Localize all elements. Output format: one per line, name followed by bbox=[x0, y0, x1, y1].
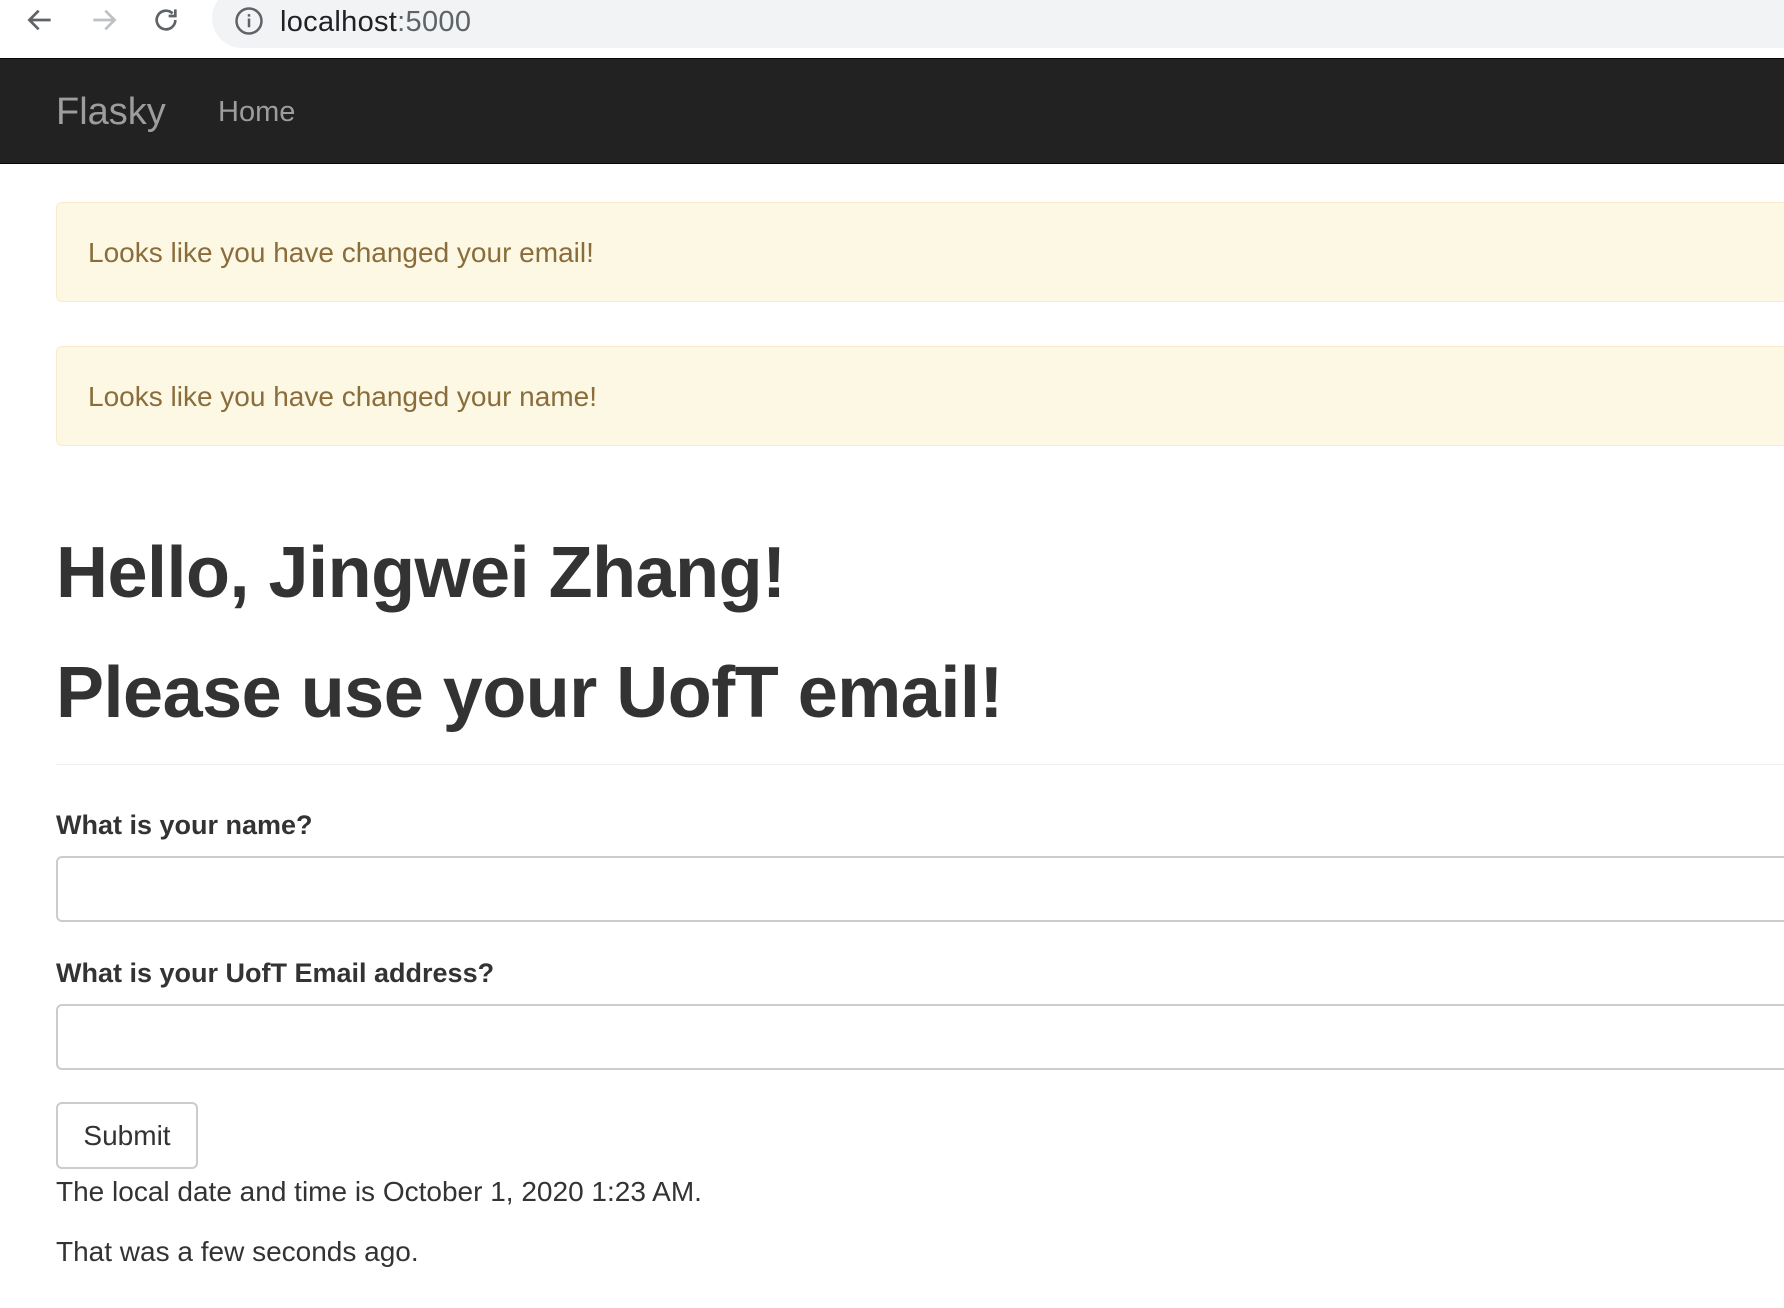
email-input[interactable] bbox=[56, 1004, 1784, 1070]
greeting-heading: Hello, Jingwei Zhang! bbox=[56, 533, 786, 613]
url-port: :5000 bbox=[397, 6, 472, 38]
nav-link-home[interactable]: Home bbox=[218, 96, 295, 129]
reload-icon[interactable] bbox=[148, 2, 184, 38]
email-label: What is your UofT Email address? bbox=[56, 958, 495, 988]
navbar: Flasky Home bbox=[0, 58, 1784, 164]
header-divider bbox=[56, 764, 1784, 765]
info-icon[interactable] bbox=[234, 6, 264, 36]
address-bar[interactable]: localhost:5000 bbox=[212, 0, 1784, 48]
navbar-brand[interactable]: Flasky bbox=[56, 91, 166, 134]
forward-arrow-icon[interactable] bbox=[86, 2, 122, 38]
alert-warning: Looks like you have changed your email! bbox=[56, 202, 1784, 302]
back-arrow-icon[interactable] bbox=[22, 2, 58, 38]
alert-message: Looks like you have changed your name! bbox=[88, 381, 597, 412]
relative-time-text: That was a few seconds ago. bbox=[56, 1236, 419, 1267]
name-input[interactable] bbox=[56, 856, 1784, 922]
url-text[interactable]: localhost:5000 bbox=[280, 6, 471, 39]
submit-button[interactable]: Submit bbox=[56, 1102, 198, 1169]
name-label: What is your name? bbox=[56, 810, 313, 840]
local-datetime-text: The local date and time is October 1, 20… bbox=[56, 1176, 702, 1207]
alert-warning: Looks like you have changed your name! bbox=[56, 346, 1784, 446]
browser-toolbar: localhost:5000 bbox=[0, 0, 1784, 58]
url-host: localhost bbox=[280, 6, 398, 38]
notice-heading: Please use your UofT email! bbox=[56, 653, 1003, 733]
alert-message: Looks like you have changed your email! bbox=[88, 237, 594, 268]
